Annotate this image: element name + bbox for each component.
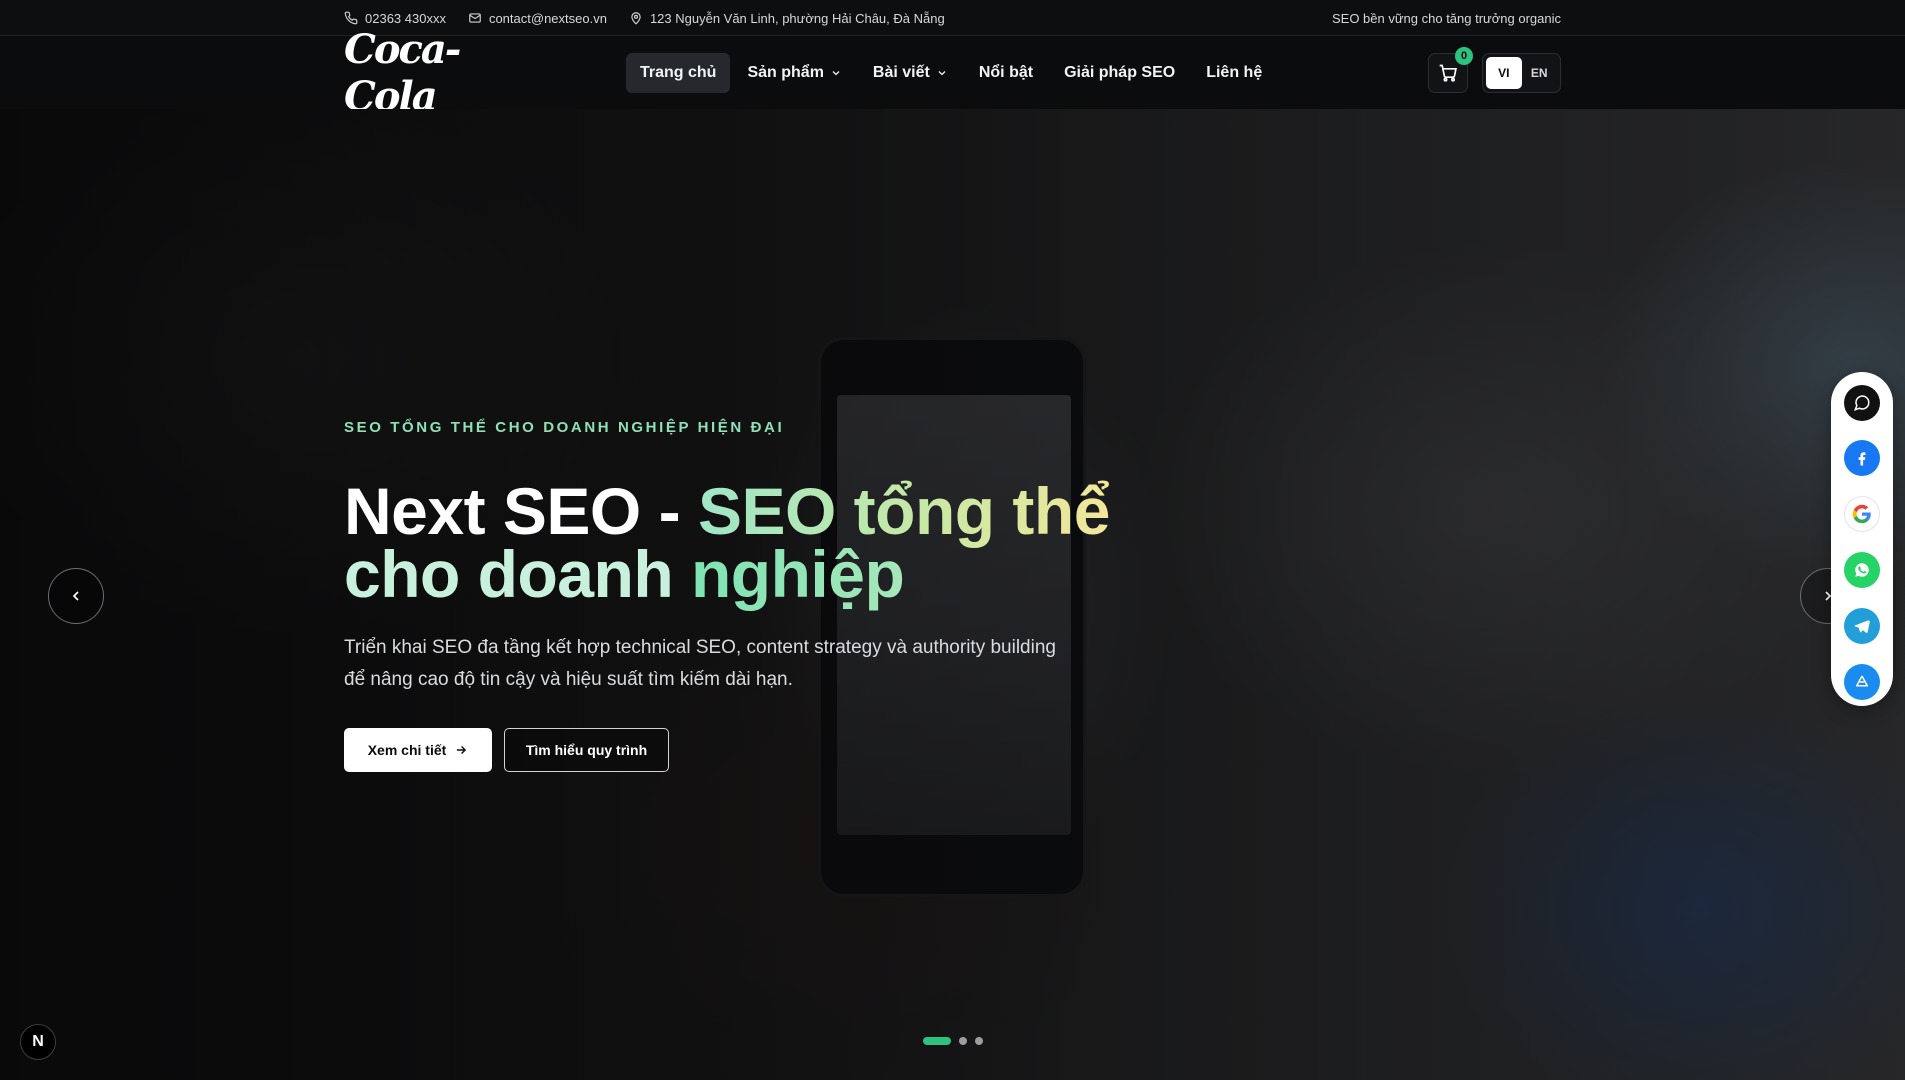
phone-icon [344,11,358,25]
hero-overlay [0,109,1905,1080]
email-text: contact@nextseo.vn [488,10,607,26]
nav-label: Nổi bật [978,64,1034,81]
phone-text: 02363 430xxx [365,10,446,26]
slider-dot-2[interactable] [959,1037,967,1045]
nav-item-contact[interactable]: Liên hệ [1192,53,1276,93]
appstore-icon[interactable] [1844,664,1880,700]
address-text: 123 Nguyễn Văn Linh, phường Hải Châu, Đà… [649,10,945,26]
lang-vi-button[interactable]: VI [1486,57,1522,89]
view-details-label: Xem chi tiết [367,742,447,758]
nav-label: Liên hệ [1206,64,1263,81]
top-info-bar: 02363 430xxx contact@nextseo.vn 123 Nguy… [0,0,1905,36]
chat-icon[interactable] [1844,385,1880,421]
address-contact: 123 Nguyễn Văn Linh, phường Hải Châu, Đà… [629,11,945,26]
topbar-tagline: SEO bền vững cho tăng trưởng organic [1331,10,1561,26]
brand-logo[interactable]: Coca-Cola [344,26,464,120]
cart-icon [1439,64,1457,82]
view-details-button[interactable]: Xem chi tiết [344,728,492,772]
mail-icon [469,13,481,23]
nav-item-seo-solutions[interactable]: Giải pháp SEO [1050,53,1189,93]
google-icon[interactable] [1844,496,1880,532]
slider-dot-1[interactable] [923,1037,951,1045]
nav-label: Trang chủ [640,64,717,81]
cart-button[interactable]: 0 [1428,47,1473,93]
learn-process-button[interactable]: Tìm hiểu quy trình [504,728,669,772]
headline-part-4: nghiệp [690,537,905,611]
whatsapp-icon[interactable] [1844,552,1880,588]
nav-label: Bài viết [872,64,930,81]
cart-count-badge: 0 [1455,47,1473,65]
arrow-right-icon [457,746,467,754]
facebook-icon[interactable] [1844,440,1880,476]
phone-contact[interactable]: 02363 430xxx [344,11,446,26]
social-contact-rail [1831,372,1893,706]
hero-slider: SEO TỔNG THỂ CHO DOANH NGHIỆP HIỆN ĐẠI N… [0,109,1905,1080]
map-pin-icon [631,12,641,25]
headline-part-3: cho doanh [344,537,691,611]
slider-prev-button[interactable] [48,568,104,624]
hero-eyebrow: SEO TỔNG THỂ CHO DOANH NGHIỆP HIỆN ĐẠI [344,419,785,436]
learn-process-label: Tìm hiểu quy trình [525,742,648,758]
chevron-left-icon [72,591,79,601]
chevron-down-icon [938,71,946,76]
email-contact[interactable]: contact@nextseo.vn [468,11,607,26]
nextjs-badge[interactable]: N [20,1024,56,1060]
nav-item-home[interactable]: Trang chủ [626,53,731,93]
nav-item-posts[interactable]: Bài viết [859,53,962,93]
main-nav: Trang chủ Sản phẩm Bài viết Nổi bật Giải… [626,53,1279,93]
language-switcher: VI EN [1482,53,1561,93]
slider-pagination [923,1037,991,1045]
lang-en-button[interactable]: EN [1522,57,1558,89]
chevron-down-icon [832,71,840,76]
slider-dot-3[interactable] [975,1037,983,1045]
nav-item-featured[interactable]: Nổi bật [965,53,1047,93]
nav-label: Giải pháp SEO [1064,64,1176,81]
nav-item-products[interactable]: Sản phẩm [733,53,855,93]
telegram-icon[interactable] [1844,608,1880,644]
hero-description: Triển khai SEO đa tầng kết hợp technical… [344,637,1056,690]
main-header: Coca-Cola Trang chủ Sản phẩm Bài viết Nổ… [0,26,1905,120]
nav-label: Sản phẩm [747,64,824,81]
